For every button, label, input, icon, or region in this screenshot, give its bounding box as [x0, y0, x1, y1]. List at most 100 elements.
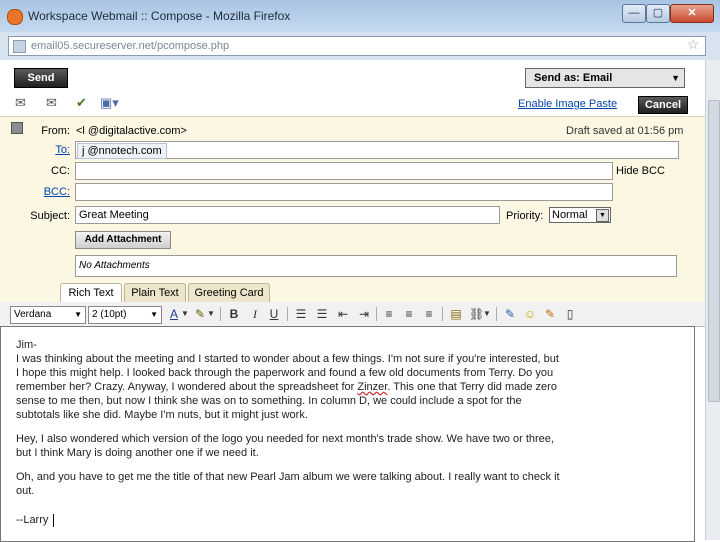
vertical-scrollbar[interactable] [705, 60, 720, 540]
enable-image-paste-link[interactable]: Enable Image Paste [518, 98, 617, 110]
bcc-label-link[interactable]: BCC: [10, 186, 70, 198]
email-icon[interactable]: ✉ [15, 96, 26, 110]
address-bar[interactable]: email05.secureserver.net/pcompose.php ☆ [8, 36, 706, 56]
subject-label: Subject: [30, 210, 70, 222]
align-right-icon[interactable]: ≡ [422, 307, 436, 321]
new-document-icon[interactable]: ▯ [563, 307, 577, 321]
send-button[interactable]: Send [14, 68, 68, 88]
chevron-down-icon[interactable]: ▼ [181, 307, 189, 321]
save-draft-icon[interactable]: ▣▾ [100, 96, 119, 110]
recipient-chip[interactable]: j @nnotech.com [77, 143, 167, 159]
body-text: remember her? Crazy. Anyway, I wondered … [16, 381, 358, 393]
editor-tabs: Rich Text Plain Text Greeting Card [0, 280, 705, 303]
to-label[interactable]: To: [55, 144, 70, 156]
priority-value: Normal [552, 209, 588, 221]
chevron-down-icon: ▼ [671, 73, 680, 83]
email-attachment-icon[interactable]: ✉ [46, 96, 57, 110]
tab-greeting-card[interactable]: Greeting Card [188, 283, 270, 302]
toolbar-separator [287, 307, 288, 321]
body-line: Jim- [16, 339, 37, 351]
firefox-icon [7, 9, 23, 25]
add-attachment-button[interactable]: Add Attachment [75, 231, 171, 249]
toolbar-separator [376, 307, 377, 321]
cc-label: CC: [51, 165, 70, 177]
body-line: subtotals like she did. Maybe I'm nuts, … [16, 409, 308, 421]
body-line: I was thinking about the meeting and I s… [16, 353, 559, 365]
bold-icon[interactable]: B [228, 307, 240, 321]
chevron-down-icon: ▼ [150, 310, 158, 319]
bcc-field[interactable] [75, 183, 613, 201]
edit-html-icon[interactable]: ✎ [503, 307, 517, 321]
minimize-button[interactable]: — [622, 4, 646, 23]
font-select[interactable]: Verdana ▼ [10, 306, 86, 324]
send-as-select[interactable]: Send as: Email ▼ [525, 68, 685, 88]
italic-icon[interactable]: I [249, 307, 261, 321]
highlight-color-icon[interactable]: ✎ [193, 307, 207, 321]
url-text: email05.secureserver.net/pcompose.php [31, 40, 230, 52]
title-bar: Workspace Webmail :: Compose - Mozilla F… [0, 0, 720, 33]
align-center-icon[interactable]: ≡ [402, 307, 416, 321]
toolbar-separator [442, 307, 443, 321]
send-as-label: Send as: Email [534, 72, 613, 84]
site-icon [13, 40, 26, 53]
scrollbar-thumb[interactable] [708, 100, 720, 402]
close-button[interactable]: ✕ [670, 4, 714, 23]
smiley-icon[interactable]: ☺ [523, 307, 537, 321]
tab-plain-text[interactable]: Plain Text [124, 283, 186, 302]
align-left-icon[interactable]: ≡ [382, 307, 396, 321]
body-line: Hey, I also wondered which version of th… [16, 433, 554, 445]
browser-window: Workspace Webmail :: Compose - Mozilla F… [0, 0, 720, 542]
underline-icon[interactable]: U [268, 307, 280, 321]
draft-status: Draft saved at 01:56 pm [566, 125, 684, 137]
format-toolbar: Verdana ▼ 2 (10pt) ▼ A ▼ ✎ ▼ B I U ☰ ☰ ⇤… [0, 302, 705, 327]
numbered-list-icon[interactable]: ☰ [294, 307, 308, 321]
chevron-down-icon: ▼ [74, 310, 82, 319]
body-line: --Larry [16, 514, 49, 526]
bullet-list-icon[interactable]: ☰ [315, 307, 329, 321]
attachments-text: No Attachments [79, 260, 150, 271]
compose-toolbar: Send Send as: Email ▼ ✉ ✉ ✔ ▣▾ Enable Im… [0, 60, 705, 120]
from-value: <l @digitalactive.com> [76, 125, 187, 137]
bcc-label[interactable]: BCC: [44, 186, 70, 198]
attachments-box: No Attachments [75, 255, 677, 277]
font-size-value: 2 (10pt) [92, 309, 127, 320]
message-header-panel: From: <l @digitalactive.com> Draft saved… [0, 116, 705, 281]
bookmark-star-icon[interactable]: ☆ [687, 36, 700, 53]
window-title: Workspace Webmail :: Compose - Mozilla F… [28, 9, 291, 23]
message-body-editor[interactable]: Jim- I was thinking about the meeting an… [0, 326, 695, 542]
maximize-button[interactable]: ▢ [646, 4, 670, 23]
hide-bcc-link[interactable]: Hide BCC [616, 165, 665, 177]
outdent-icon[interactable]: ⇤ [336, 307, 350, 321]
chevron-down-icon: ▼ [596, 209, 609, 222]
chevron-down-icon[interactable]: ▼ [483, 307, 491, 321]
body-line: but I think Mary is doing another one if… [16, 447, 259, 459]
tab-rich-text[interactable]: Rich Text [60, 283, 122, 303]
body-line: I hope this might help. I looked back th… [16, 367, 554, 379]
cancel-button[interactable]: Cancel [638, 96, 688, 114]
body-line: remember her? Crazy. Anyway, I wondered … [16, 381, 557, 393]
toolbar-separator [220, 307, 221, 321]
spellcheck-icon[interactable]: ✔ [76, 96, 87, 110]
body-text: . This one that Terry did made zero [387, 381, 557, 393]
font-size-select[interactable]: 2 (10pt) ▼ [88, 306, 162, 324]
link-icon[interactable]: ⛓ [469, 307, 484, 321]
address-bar-area: email05.secureserver.net/pcompose.php ☆ [0, 32, 720, 61]
body-line: sense to me then, but now I think she wa… [16, 395, 522, 407]
to-field[interactable]: j @nnotech.com [75, 141, 679, 159]
to-label-link[interactable]: To: [10, 144, 70, 156]
subject-value: Great Meeting [79, 209, 149, 221]
priority-select[interactable]: Normal ▼ [549, 207, 611, 223]
chevron-down-icon[interactable]: ▼ [207, 307, 215, 321]
body-line: Oh, and you have to get me the title of … [16, 471, 560, 483]
cc-field[interactable] [75, 162, 613, 180]
subject-field[interactable]: Great Meeting [75, 206, 500, 224]
paste-icon[interactable]: ▤ [449, 307, 463, 321]
font-value: Verdana [14, 309, 52, 320]
insert-image-icon[interactable]: ✎ [543, 307, 557, 321]
body-line: out. [16, 485, 35, 497]
indent-icon[interactable]: ⇥ [357, 307, 371, 321]
toolbar-separator [496, 307, 497, 321]
misspelled-word: Zinzer [357, 381, 388, 393]
font-color-icon[interactable]: A [167, 307, 181, 321]
from-label: From: [41, 125, 70, 137]
